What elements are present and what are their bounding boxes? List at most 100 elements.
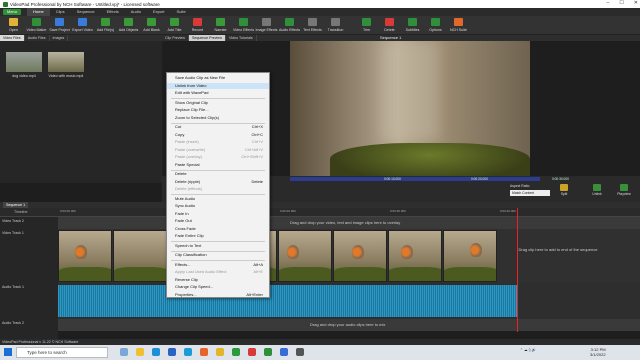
tab-clip-preview[interactable]: Clip Preview <box>162 35 189 41</box>
task-view-icon[interactable] <box>120 348 128 356</box>
context-menu-item-mute-audio[interactable]: Mute Audio <box>167 196 269 202</box>
toolbar-button-image-effects[interactable]: Image Effects <box>255 16 278 35</box>
context-menu-item-copy[interactable]: Copy Ctrl+C <box>167 132 269 138</box>
toolbar-button-add-objects[interactable]: Add Objects <box>117 16 140 35</box>
toolbar-button-record[interactable]: Record <box>186 16 209 35</box>
context-menu-item-cut[interactable]: Cut Ctrl+X <box>167 124 269 130</box>
aspect-ratio-label: Aspect Ratio: <box>510 184 531 188</box>
tab-audio-files[interactable]: Audio Files <box>25 35 50 41</box>
tab-audio[interactable]: Audio <box>125 8 147 16</box>
scrub-track[interactable] <box>290 177 540 181</box>
tab-suite[interactable]: Suite <box>171 8 192 16</box>
video-clip-frame[interactable] <box>58 230 112 282</box>
playhead[interactable] <box>517 208 518 332</box>
video-preview[interactable] <box>290 41 530 176</box>
edge-icon[interactable] <box>184 348 192 356</box>
context-menu-item-speech-to-text[interactable]: Speech to Text <box>167 243 269 249</box>
tab-clips[interactable]: Clips <box>50 8 71 16</box>
context-menu-item-reverse-clip[interactable]: Reverse Clip <box>167 277 269 283</box>
tab-sequence-preview[interactable]: Sequence Preview <box>188 35 226 41</box>
context-menu-item-fade-in[interactable]: Fade In <box>167 211 269 217</box>
close-icon[interactable]: ✕ <box>634 0 638 6</box>
toolbar-button-open[interactable]: Open <box>2 16 25 35</box>
context-menu-item-change-clip-speed[interactable]: Change Clip Speed... <box>167 284 269 290</box>
windows-start-icon[interactable] <box>4 348 12 356</box>
video-clip-frame[interactable] <box>333 230 387 282</box>
video-track-1[interactable]: Drag clip here to add to end of the sequ… <box>58 229 640 283</box>
file-thumbnail-dog-video[interactable] <box>6 52 42 72</box>
file-explorer-icon[interactable] <box>136 348 144 356</box>
context-menu-item-show-original-clip[interactable]: Show Original Clip <box>167 100 269 106</box>
split-button[interactable]: Split <box>554 184 574 198</box>
audio-waveform[interactable] <box>58 285 517 317</box>
toolbar-button-label: Text Effects <box>303 28 322 32</box>
tab-export[interactable]: Export <box>147 8 171 16</box>
aspect-ratio-select[interactable]: Match Content <box>510 190 550 196</box>
context-menu-item-delete-ripple[interactable]: Delete (ripple) Delete <box>167 179 269 185</box>
audio-track-2[interactable]: Drag and drop your audio clips here to m… <box>58 319 640 331</box>
video-track-2[interactable]: Drag and drop your video, text and image… <box>58 217 640 229</box>
toolbar-button-text-effects[interactable]: Text Effects <box>301 16 324 35</box>
context-menu-item-clip-classification[interactable]: Clip Classification <box>167 252 269 258</box>
video-clip-frame[interactable] <box>278 230 332 282</box>
tab-sequence[interactable]: Sequence <box>71 8 101 16</box>
tab-home[interactable]: Home <box>27 8 50 16</box>
unlink-button[interactable]: Unlink <box>587 184 607 198</box>
context-menu-item-delete[interactable]: Delete <box>167 171 269 177</box>
toolbar-button-save-project[interactable]: Save Project <box>48 16 71 35</box>
video-clip-frame[interactable] <box>443 230 497 282</box>
word-icon[interactable] <box>168 348 176 356</box>
timeline-ruler[interactable]: Timeline 0:00:00.000 0:00:10.000 0:00:20… <box>0 208 640 217</box>
app-icon[interactable] <box>280 348 288 356</box>
camtasia-icon[interactable] <box>232 348 240 356</box>
video-clip-frame[interactable] <box>388 230 442 282</box>
system-tray[interactable]: ⌃ ☁ ▯ 🔊 <box>520 348 536 352</box>
toolbar-button-nch-suite[interactable]: NCH Suite <box>447 16 470 35</box>
video-clip-frame[interactable] <box>113 230 167 282</box>
context-menu-item-effects[interactable]: Effects... Alt+A <box>167 262 269 268</box>
context-menu-item-save-audio-clip-as-new-file[interactable]: Save Audio Clip as New File <box>167 75 269 81</box>
context-menu-item-fade-entire-clip[interactable]: Fade Entire Clip <box>167 233 269 239</box>
menu-item-label: Paste Special <box>175 161 200 167</box>
tab-video-files[interactable]: Video Files <box>0 35 25 41</box>
tab-effects[interactable]: Effects <box>101 8 125 16</box>
context-menu-item-sync-audio[interactable]: Sync Audio <box>167 203 269 209</box>
taskbar-search-input[interactable]: Type here to search <box>16 347 108 358</box>
recorder-icon[interactable] <box>248 348 256 356</box>
context-menu-item-properties[interactable]: Properties... Alt+Enter <box>167 292 269 298</box>
audio-track-1[interactable] <box>58 283 640 319</box>
context-menu-item-fade-out[interactable]: Fade Out <box>167 218 269 224</box>
toolbar-button-video-effects[interactable]: Video Effects <box>232 16 255 35</box>
toolbar-button-export-video[interactable]: Export Video <box>71 16 94 35</box>
main-menu-button[interactable]: Menu <box>3 9 22 15</box>
videopad-taskbar-icon[interactable] <box>264 348 272 356</box>
toolbar-button-add-title[interactable]: Add Title <box>163 16 186 35</box>
app-icon[interactable] <box>296 348 304 356</box>
toolbar-button-audio-effects[interactable]: Audio Effects <box>278 16 301 35</box>
toolbar-button-delete[interactable]: Delete <box>378 16 401 35</box>
toolbar-button-add-file-s-[interactable]: Add File(s) <box>94 16 117 35</box>
firefox-icon[interactable] <box>200 348 208 356</box>
toolbar-button-transition[interactable]: Transition <box>324 16 347 35</box>
context-menu-item-cross-fade[interactable]: Cross Fade <box>167 226 269 232</box>
chrome-icon[interactable] <box>216 348 224 356</box>
playview-button[interactable]: Playview <box>614 184 634 198</box>
context-menu-item-unlink-from-video[interactable]: Unlink from Video <box>167 82 269 89</box>
file-thumbnail-video-with-music[interactable] <box>48 52 84 72</box>
toolbar-button-options[interactable]: Options <box>424 16 447 35</box>
context-menu-item-edit-with-wavepad[interactable]: Edit with WavePad <box>167 90 269 96</box>
mail-icon[interactable] <box>152 348 160 356</box>
minimize-icon[interactable]: – <box>607 0 610 6</box>
maximize-icon[interactable]: ☐ <box>619 0 623 6</box>
toolbar-button-narrate[interactable]: Narrate <box>209 16 232 35</box>
context-menu-item-paste-special[interactable]: Paste Special <box>167 162 269 168</box>
tab-images[interactable]: Images <box>50 35 69 41</box>
taskbar-clock[interactable]: 3:12 PM 3/1/2022 <box>590 347 606 357</box>
toolbar-button-trim[interactable]: Trim <box>355 16 378 35</box>
tab-video-tutorials[interactable]: Video Tutorials <box>226 35 257 41</box>
toolbar-button-video-maker[interactable]: Video Maker <box>25 16 48 35</box>
toolbar-button-add-blank[interactable]: Add Blank <box>140 16 163 35</box>
context-menu-item-zoom-to-selected-clip-s[interactable]: Zoom to Selected Clip(s) <box>167 115 269 121</box>
toolbar-button-subtitles[interactable]: Subtitles <box>401 16 424 35</box>
context-menu-item-replace-clip-file[interactable]: Replace Clip File... <box>167 107 269 113</box>
